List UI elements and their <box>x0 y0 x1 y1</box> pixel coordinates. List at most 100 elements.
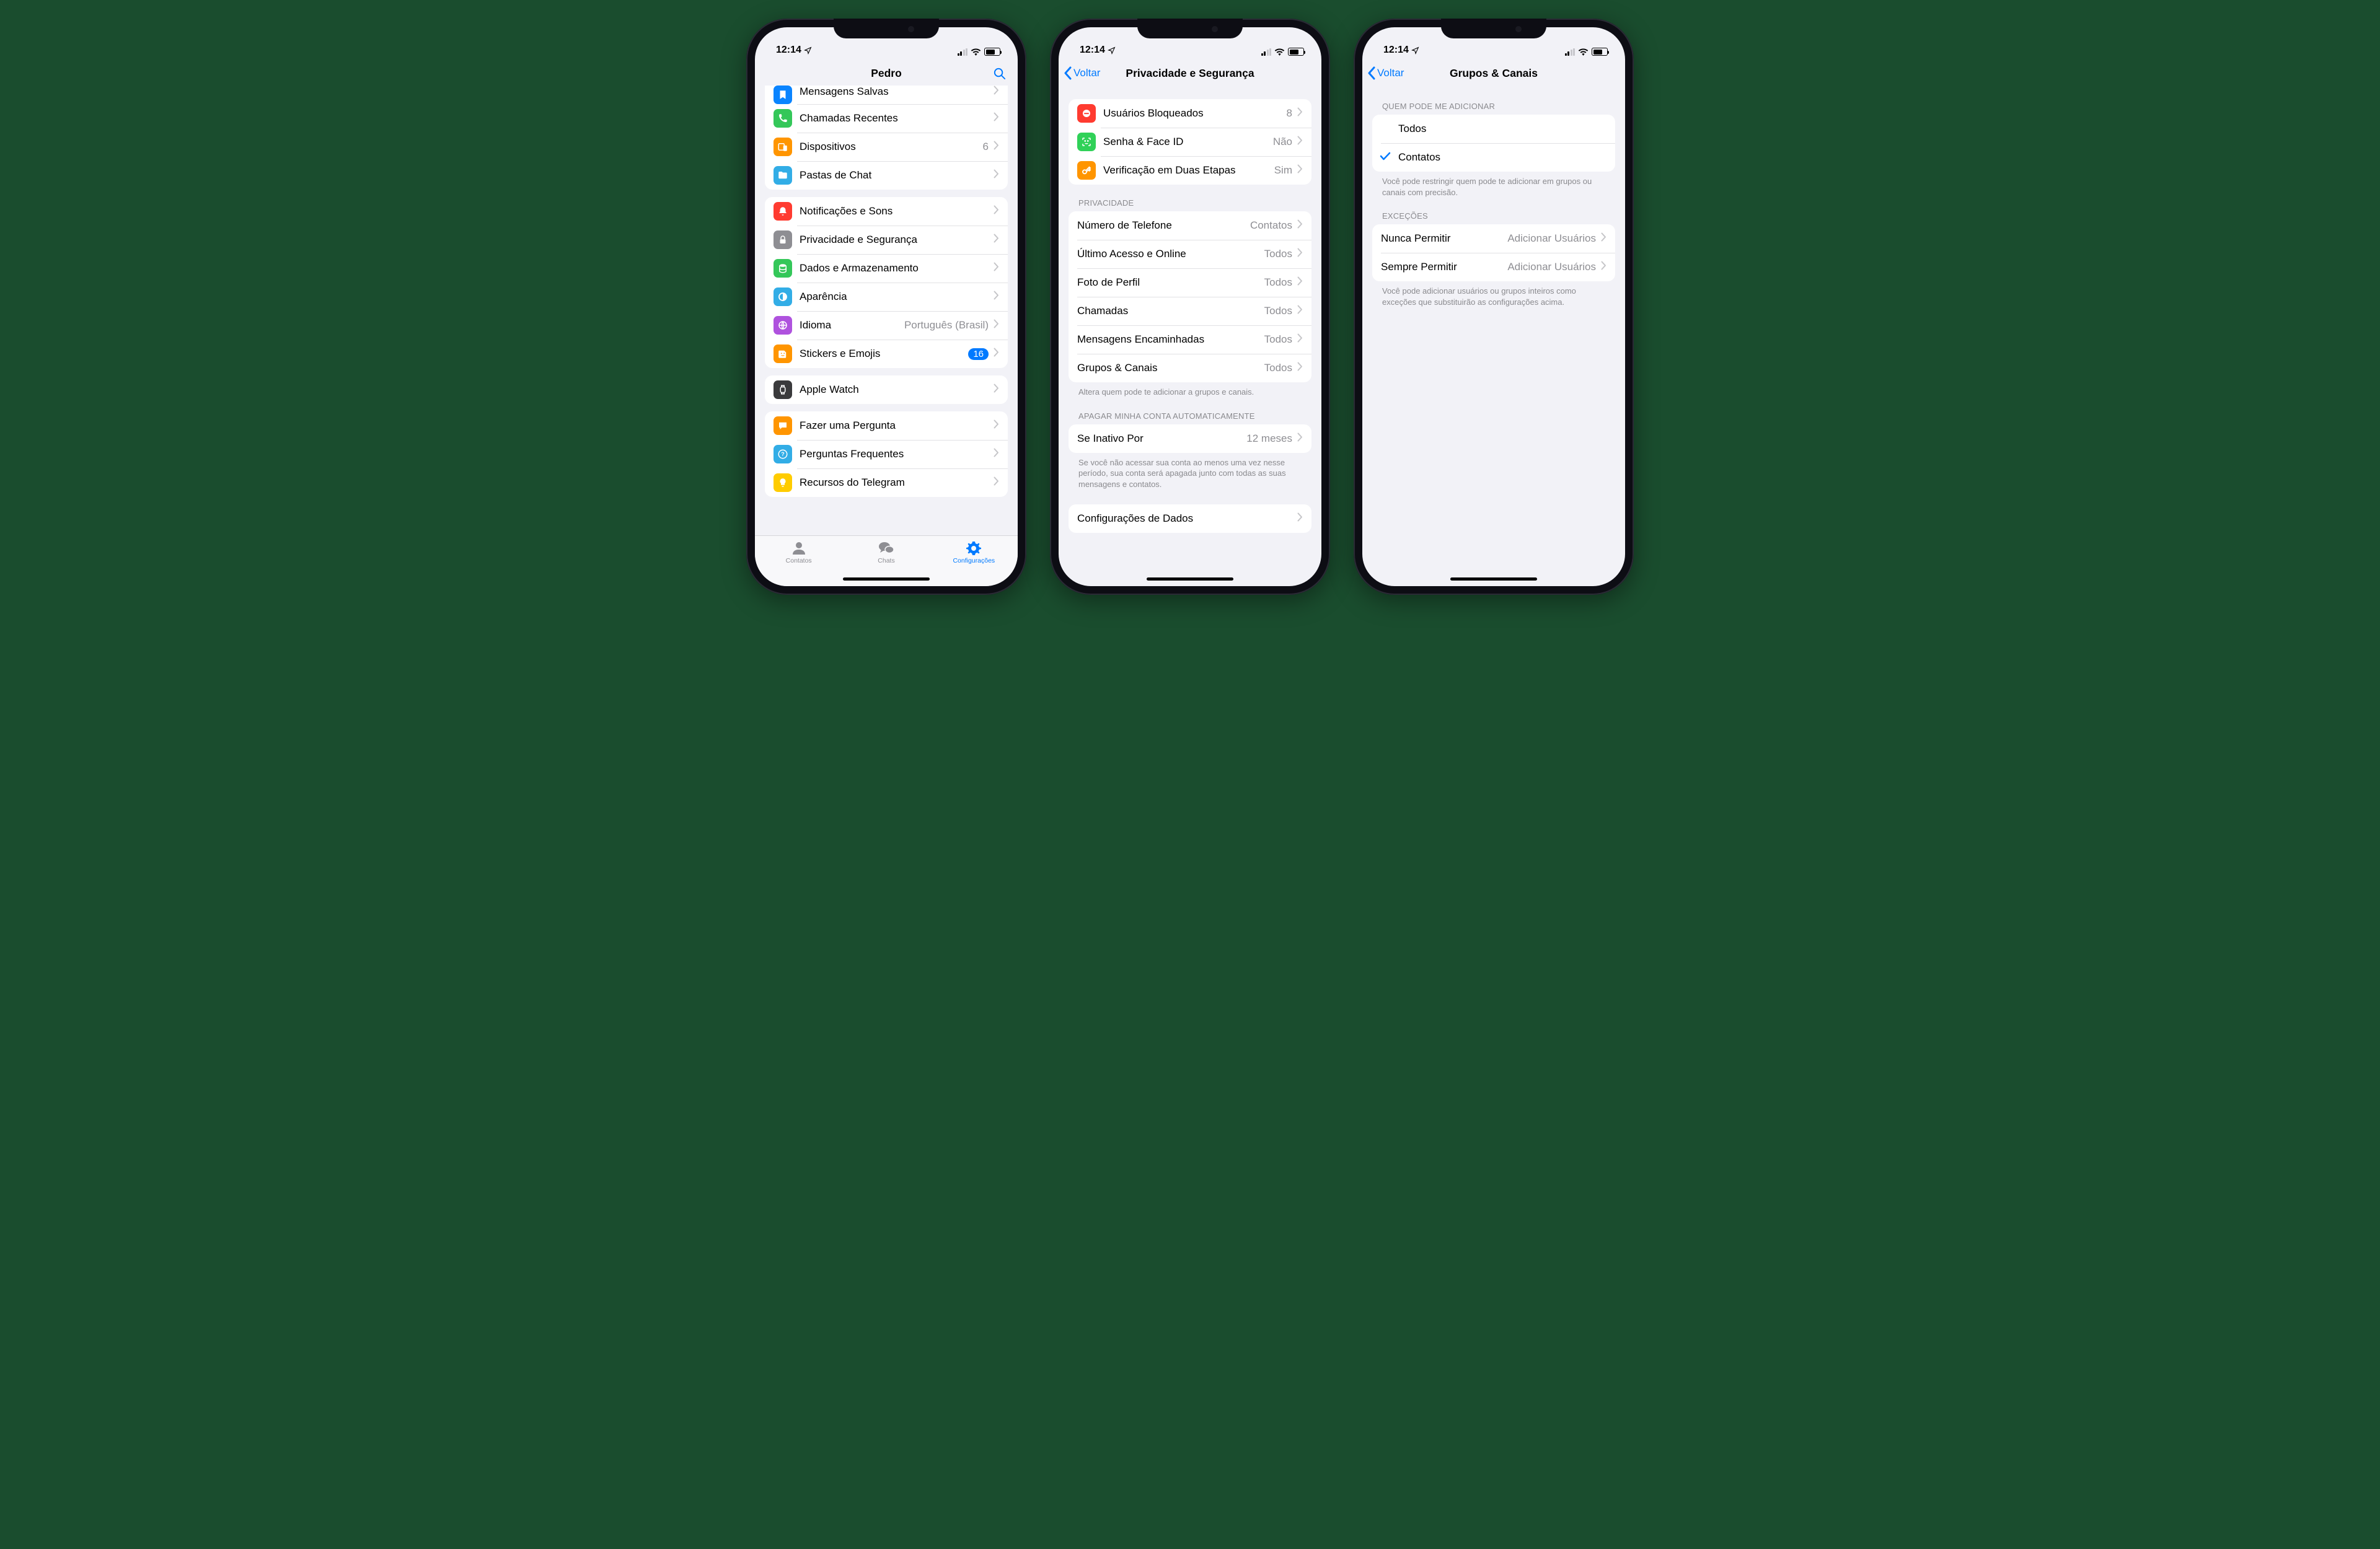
settings-row[interactable]: Pastas de Chat <box>765 161 1008 190</box>
row-label: Chamadas <box>1077 305 1259 317</box>
bulb-icon <box>774 473 792 492</box>
nav-title: Privacidade e Segurança <box>1126 67 1254 80</box>
settings-list[interactable]: Mensagens Salvas Chamadas Recentes Disposi… <box>755 86 1018 535</box>
row-label: Dados e Armazenamento <box>800 262 989 274</box>
row-value: Todos <box>1264 248 1292 260</box>
settings-row[interactable]: Usuários Bloqueados8 <box>1069 99 1311 128</box>
nav-bar: Voltar Grupos & Canais <box>1362 58 1625 88</box>
row-value: 8 <box>1287 107 1292 120</box>
section-footer: Você pode adicionar usuários ou grupos i… <box>1372 281 1615 307</box>
data-group: Configurações de Dados <box>1069 504 1311 533</box>
row-label: Último Acesso e Online <box>1077 248 1259 260</box>
db-icon <box>774 259 792 278</box>
chevron-right-icon <box>1601 232 1606 245</box>
screen-1: 12:14 Pedro Mensagens SalvasChamadas Rec… <box>755 27 1018 586</box>
row-label: Senha & Face ID <box>1103 136 1268 148</box>
screen-3: 12:14 Voltar Grupos & Canais QUEM PODE M… <box>1362 27 1625 586</box>
privacy-content[interactable]: Usuários Bloqueados8 Senha & Face ID Não Ve… <box>1059 88 1321 586</box>
settings-row[interactable]: Recursos do Telegram <box>765 468 1008 497</box>
settings-row[interactable]: Grupos & CanaisTodos <box>1069 354 1311 382</box>
settings-row[interactable]: Se Inativo Por12 meses <box>1069 424 1311 453</box>
chevron-right-icon <box>1297 248 1303 260</box>
row-label: Todos <box>1398 123 1606 135</box>
chevron-right-icon <box>994 419 999 432</box>
back-button[interactable]: Voltar <box>1367 58 1404 88</box>
settings-row[interactable]: Dados e Armazenamento <box>765 254 1008 283</box>
groups-content[interactable]: QUEM PODE ME ADICIONARTodosContatosVocê … <box>1362 88 1625 586</box>
section-header: PRIVACIDADE <box>1069 185 1311 211</box>
settings-row[interactable]: Stickers e Emojis16 <box>765 340 1008 368</box>
settings-row[interactable]: Último Acesso e Online Todos <box>1069 240 1311 268</box>
settings-row[interactable]: Aparência <box>765 283 1008 311</box>
location-icon <box>804 46 812 55</box>
option-row[interactable]: Todos <box>1372 115 1615 143</box>
section-header: QUEM PODE ME ADICIONAR <box>1372 88 1615 115</box>
chevron-right-icon <box>1297 107 1303 120</box>
notch <box>1137 19 1243 38</box>
row-label: Mensagens Salvas <box>800 86 989 98</box>
notch <box>834 19 939 38</box>
settings-row[interactable]: Chamadas Recentes <box>765 104 1008 133</box>
home-indicator[interactable] <box>843 577 930 581</box>
settings-row[interactable]: Configurações de Dados <box>1069 504 1311 533</box>
row-label: Mensagens Encaminhadas <box>1077 333 1259 346</box>
settings-row[interactable]: Senha & Face ID Não <box>1069 128 1311 156</box>
settings-row[interactable]: Privacidade e Segurança <box>765 226 1008 254</box>
notch <box>1441 19 1546 38</box>
cellular-icon <box>1565 48 1576 56</box>
section-footer: Se você não acessar sua conta ao menos u… <box>1069 453 1311 490</box>
key-icon <box>1077 161 1096 180</box>
row-label: Sempre Permitir <box>1381 261 1502 273</box>
circle-icon <box>774 287 792 306</box>
settings-row[interactable]: Mensagens EncaminhadasTodos <box>1069 325 1311 354</box>
settings-row[interactable]: Fazer uma Pergunta <box>765 411 1008 440</box>
settings-group: Apple Watch <box>765 375 1008 404</box>
row-label: Dispositivos <box>800 141 978 153</box>
home-indicator[interactable] <box>1450 577 1537 581</box>
row-badge: 16 <box>968 348 989 360</box>
section-footer: Você pode restringir quem pode te adicio… <box>1372 172 1615 198</box>
home-indicator[interactable] <box>1147 577 1233 581</box>
tab-label: Configurações <box>953 557 995 564</box>
settings-group: Notificações e SonsPrivacidade e Seguran… <box>765 197 1008 368</box>
row-value: Português (Brasil) <box>904 319 989 331</box>
settings-group: Mensagens Salvas Chamadas Recentes Disposi… <box>765 86 1008 190</box>
chat-icon <box>774 416 792 435</box>
settings-row[interactable]: Dispositivos 6 <box>765 133 1008 161</box>
settings-row[interactable]: Nunca PermitirAdicionar Usuários <box>1372 224 1615 253</box>
back-button[interactable]: Voltar <box>1064 58 1100 88</box>
screen-2: 12:14 Voltar Privacidade e Segurança Usu… <box>1059 27 1321 586</box>
settings-row[interactable]: ChamadasTodos <box>1069 297 1311 325</box>
row-label: Se Inativo Por <box>1077 432 1241 445</box>
row-label: Foto de Perfil <box>1077 276 1259 289</box>
chevron-right-icon <box>1297 136 1303 148</box>
settings-row[interactable]: Foto de PerfilTodos <box>1069 268 1311 297</box>
row-label: Perguntas Frequentes <box>800 448 989 460</box>
bookmark-icon <box>774 86 792 104</box>
settings-row[interactable]: Notificações e Sons <box>765 197 1008 226</box>
chevron-right-icon <box>994 205 999 217</box>
tab-settings[interactable]: Configurações <box>940 540 1008 586</box>
settings-row[interactable]: Sempre PermitirAdicionar Usuários <box>1372 253 1615 281</box>
phone-groups: 12:14 Voltar Grupos & Canais QUEM PODE M… <box>1354 19 1634 595</box>
settings-row[interactable]: Apple Watch <box>765 375 1008 404</box>
status-time: 12:14 <box>776 45 801 56</box>
row-label: Número de Telefone <box>1077 219 1245 232</box>
row-value: 6 <box>983 141 989 153</box>
tab-contacts[interactable]: Contatos <box>765 540 833 586</box>
settings-row[interactable]: IdiomaPortuguês (Brasil) <box>765 311 1008 340</box>
row-value: Sim <box>1274 164 1292 177</box>
wifi-icon <box>971 48 981 56</box>
watch-icon <box>774 380 792 399</box>
settings-row[interactable]: Mensagens Salvas <box>765 86 1008 104</box>
search-button[interactable] <box>992 58 1007 88</box>
row-value: Não <box>1273 136 1292 148</box>
row-label: Chamadas Recentes <box>800 112 989 125</box>
privacy-group: Número de TelefoneContatosÚltimo Acesso … <box>1069 211 1311 382</box>
cellular-icon <box>1261 48 1272 56</box>
option-row[interactable]: Contatos <box>1372 143 1615 172</box>
settings-row[interactable]: Verificação em Duas EtapasSim <box>1069 156 1311 185</box>
settings-row[interactable]: ?Perguntas Frequentes <box>765 440 1008 468</box>
settings-row[interactable]: Número de TelefoneContatos <box>1069 211 1311 240</box>
battery-icon <box>984 48 1000 56</box>
